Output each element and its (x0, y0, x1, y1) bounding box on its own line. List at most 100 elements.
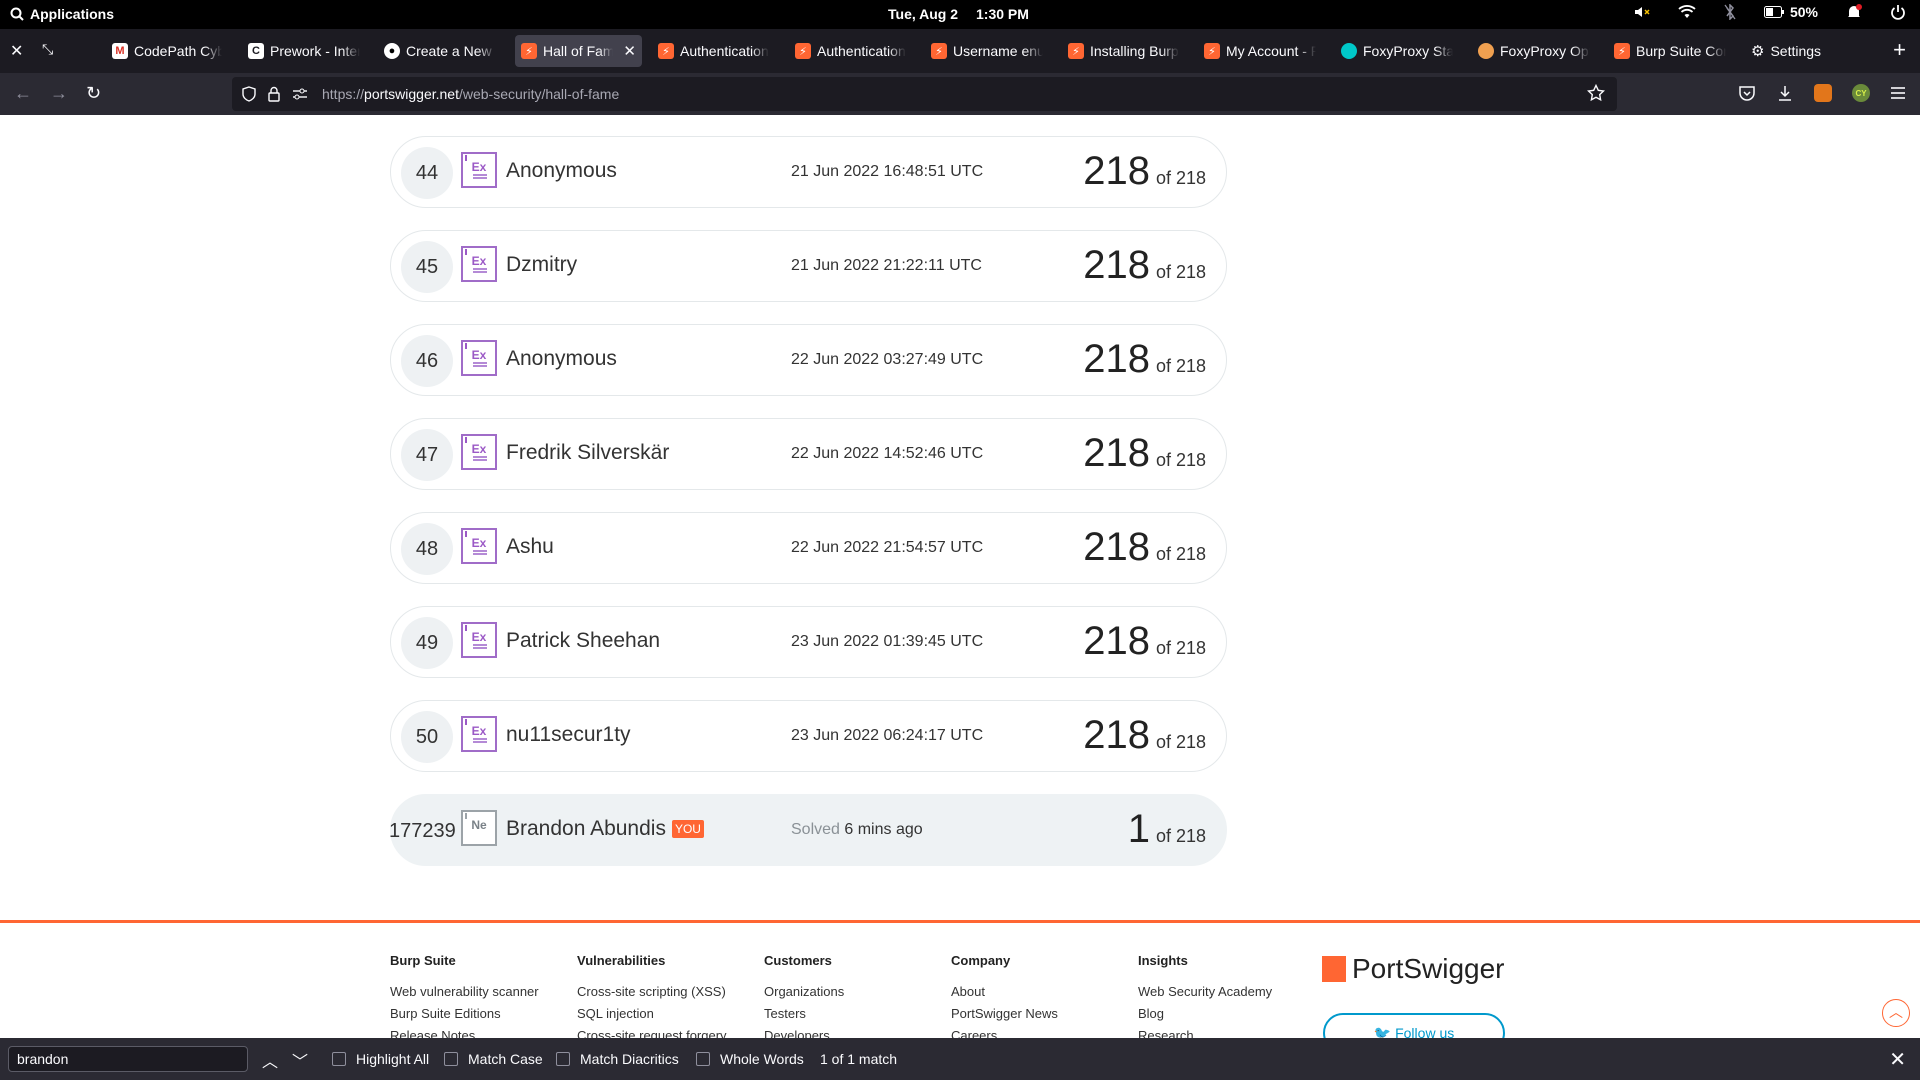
url-text[interactable]: https://portswigger.net/web-security/hal… (322, 86, 619, 102)
footer-link[interactable]: PortSwigger News (951, 1006, 1058, 1021)
footer-link[interactable]: Burp Suite Editions (390, 1006, 539, 1021)
match-diacritics-checkbox[interactable]: Match Diacritics (556, 1051, 679, 1067)
metamask-icon[interactable] (1814, 84, 1832, 102)
footer-link[interactable]: About (951, 984, 1058, 999)
footer-link[interactable]: Careers (951, 1028, 1058, 1038)
match-count: 1 of 1 match (820, 1051, 898, 1067)
footer-link[interactable]: Web vulnerability scanner (390, 984, 539, 999)
score: 1 of 218 (1128, 807, 1206, 852)
score-value: 218 (1083, 713, 1150, 757)
tab-burp-suite-config[interactable]: ⚡ Burp Suite Con (1608, 35, 1732, 67)
url-path: /web-security/hall-of-fame (458, 86, 620, 102)
user-name: Patrick Sheehan (506, 629, 661, 652)
cyberchef-icon[interactable]: CY (1852, 84, 1870, 102)
tab-authentication-1[interactable]: ⚡ Authentication (652, 35, 776, 67)
reload-icon[interactable]: ↻ (86, 83, 101, 104)
clock[interactable]: Tue, Aug 2 1:30 PM (888, 6, 1047, 22)
find-in-page-bar: ︿ ﹀ Highlight All Match Case Match Diacr… (0, 1038, 1920, 1080)
whole-words-checkbox[interactable]: Whole Words (696, 1051, 804, 1067)
footer-link[interactable]: Cross-site request forgery (577, 1028, 727, 1038)
footer-link[interactable]: Testers (764, 1006, 844, 1021)
lock-icon[interactable] (268, 86, 280, 102)
checkbox-box[interactable] (556, 1052, 570, 1066)
completion-date: 22 Jun 2022 03:27:49 UTC (791, 351, 984, 368)
permissions-icon[interactable] (292, 87, 308, 101)
tab-installing-burp[interactable]: ⚡ Installing Burp (1062, 35, 1186, 67)
close-window-icon[interactable]: ✕ (10, 41, 23, 61)
expert-badge-icon: Ex (461, 528, 497, 564)
score-total: of 218 (1155, 638, 1206, 658)
system-tray[interactable]: 50% (1634, 4, 1906, 20)
tab-foxyproxy-standard[interactable]: FoxyProxy Star (1335, 35, 1459, 67)
back-arrow-icon[interactable]: ← (14, 83, 32, 104)
find-next-chevron-down-icon[interactable]: ﹀ (292, 1048, 308, 1072)
new-tab-button[interactable]: + (1893, 37, 1906, 63)
expert-badge-icon: Ex (461, 340, 497, 376)
browser-tab-bar: ✕ ⤡ M CodePath Cyb C Prework - Inter ● C… (0, 29, 1920, 73)
expert-badge-icon: Ex (461, 622, 497, 658)
tracking-shield-icon[interactable] (242, 86, 256, 102)
follow-us-button[interactable]: 🐦 Follow us (1323, 1013, 1505, 1038)
score: 218 of 218 (1083, 431, 1206, 476)
restore-window-icon[interactable]: ⤡ (42, 41, 53, 58)
score: 218 of 218 (1083, 243, 1206, 288)
volume-muted-icon (1634, 7, 1650, 17)
checkbox-box[interactable] (332, 1052, 346, 1066)
checkbox-box[interactable] (696, 1052, 710, 1066)
tab-create-new-repo[interactable]: ● Create a New R (378, 35, 502, 67)
footer-link[interactable]: Research (1138, 1028, 1272, 1038)
leaderboard-row: 48 Ex Ashu 22 Jun 2022 21:54:57 UTC 218 o… (390, 512, 1227, 584)
portswigger-icon: ⚡ (1204, 43, 1220, 59)
address-bar[interactable]: https://portswigger.net/web-security/hal… (232, 77, 1617, 111)
score-total: of 218 (1155, 262, 1206, 282)
tab-my-account[interactable]: ⚡ My Account - P (1198, 35, 1322, 67)
gmail-icon: M (112, 43, 128, 59)
find-previous-chevron-up-icon[interactable]: ︿ (262, 1048, 278, 1072)
newcomer-badge-icon: Ne (461, 810, 497, 846)
tab-label: FoxyProxy Opt (1500, 43, 1590, 59)
find-input[interactable] (8, 1046, 248, 1072)
site-footer: Burp Suite Web vulnerability scanner Bur… (0, 923, 1920, 1038)
bookmark-star-icon[interactable] (1587, 84, 1605, 102)
footer-link[interactable]: Cross-site scripting (XSS) (577, 984, 727, 999)
rank-number: 45 (401, 241, 453, 293)
footer-link[interactable]: Release Notes (390, 1028, 539, 1038)
footer-link[interactable]: Developers (764, 1028, 844, 1038)
footer-heading: Vulnerabilities (577, 953, 666, 968)
tab-authentication-2[interactable]: ⚡ Authentication (789, 35, 913, 67)
solved-label: Solved (791, 821, 840, 838)
user-name: nu11secur1ty (506, 723, 631, 746)
footer-link[interactable]: SQL injection (577, 1006, 727, 1021)
github-icon: ● (384, 43, 400, 59)
tab-prework[interactable]: C Prework - Inter (242, 35, 366, 67)
scroll-to-top-button[interactable]: ︿ (1882, 999, 1910, 1027)
footer-heading: Burp Suite (390, 953, 456, 968)
search-icon (10, 7, 24, 21)
highlight-all-checkbox[interactable]: Highlight All (332, 1051, 429, 1067)
score: 218 of 218 (1083, 525, 1206, 570)
checkbox-box[interactable] (444, 1052, 458, 1066)
footer-link[interactable]: Organizations (764, 984, 844, 999)
leaderboard-row: 45 Ex Dzmitry 21 Jun 2022 21:22:11 UTC 2… (390, 230, 1227, 302)
tab-username-enumeration[interactable]: ⚡ Username enu (925, 35, 1049, 67)
footer-link[interactable]: Web Security Academy (1138, 984, 1272, 999)
downloads-icon[interactable] (1776, 84, 1794, 102)
tab-codepath-cyb[interactable]: M CodePath Cyb (106, 35, 228, 67)
completion-date: 22 Jun 2022 14:52:46 UTC (791, 445, 984, 462)
hamburger-menu-icon[interactable] (1890, 86, 1906, 100)
expert-badge-icon: Ex (461, 434, 497, 470)
applications-menu[interactable]: Applications (10, 6, 114, 22)
close-find-bar-icon[interactable]: ✕ (1889, 1047, 1906, 1072)
solved-ago: 6 mins ago (844, 821, 923, 838)
forward-arrow-icon[interactable]: → (50, 83, 68, 104)
twitter-icon: 🐦 (1373, 1025, 1392, 1038)
tab-settings[interactable]: ⚙ Settings (1745, 35, 1869, 67)
footer-heading: Company (951, 953, 1011, 968)
tab-foxyproxy-options[interactable]: FoxyProxy Opt (1472, 35, 1596, 67)
portswigger-logo[interactable]: PortSwigger (1322, 953, 1505, 985)
tab-hall-of-fame[interactable]: ⚡ Hall of Fame ✕ (515, 35, 642, 67)
pocket-icon[interactable] (1738, 84, 1756, 102)
close-tab-icon[interactable]: ✕ (623, 42, 636, 60)
footer-link[interactable]: Blog (1138, 1006, 1272, 1021)
match-case-checkbox[interactable]: Match Case (444, 1051, 543, 1067)
